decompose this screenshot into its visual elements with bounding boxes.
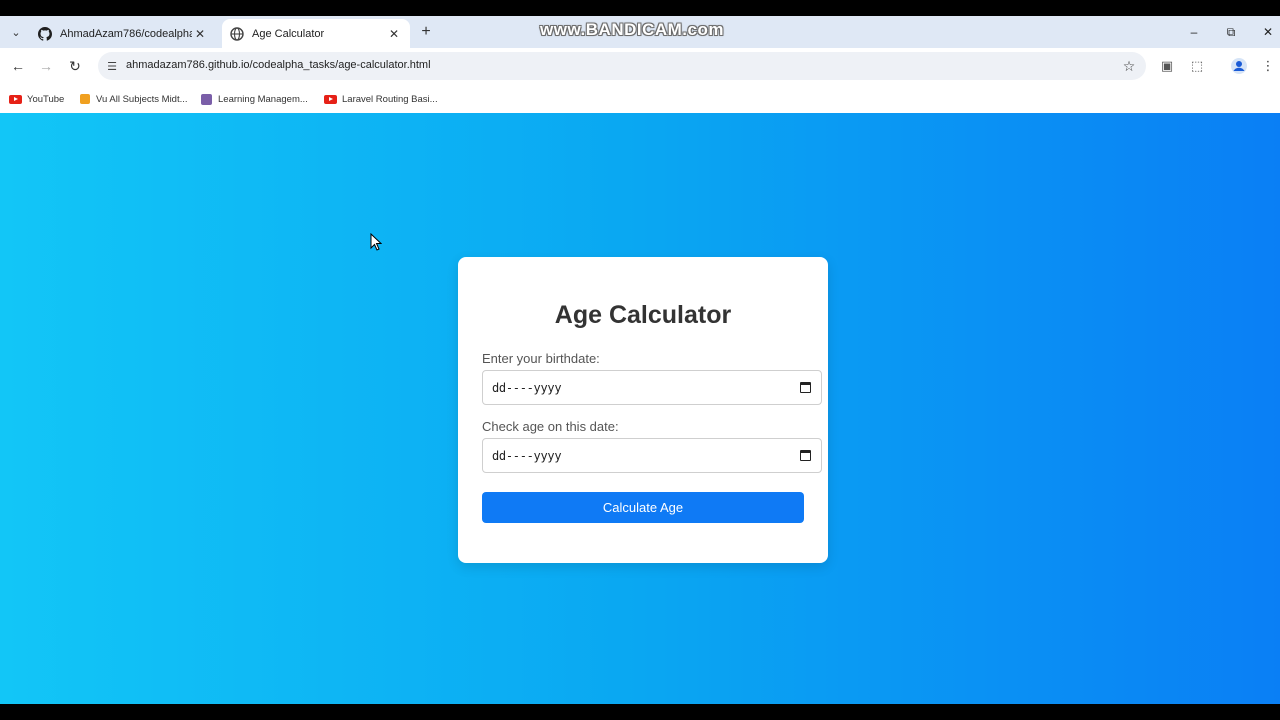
bookmark-label: Laravel Routing Basi...: [342, 93, 438, 105]
site-info-icon[interactable]: ☰: [104, 58, 120, 74]
bookmark-lms[interactable]: Learning Managem...: [200, 91, 308, 107]
youtube-icon: [9, 94, 22, 104]
lms-icon: [200, 93, 213, 105]
age-calculator-card: Age Calculator Enter your birthdate: dd-…: [458, 257, 828, 563]
reload-button[interactable]: ↻: [65, 56, 85, 76]
top-letterbox: [0, 0, 1280, 16]
browser-window: ⌄ AhmadAzam786/codealpha_ta ✕ Age Calcul…: [0, 16, 1280, 704]
tab-github[interactable]: AhmadAzam786/codealpha_ta ✕: [30, 19, 216, 48]
arrow-left-icon: ←: [11, 58, 25, 74]
calculate-age-button[interactable]: Calculate Age: [482, 492, 804, 523]
checkdate-input[interactable]: dd----yyyy: [482, 438, 822, 473]
plus-icon: +: [421, 23, 431, 40]
birthdate-input[interactable]: dd----yyyy: [482, 370, 822, 405]
birthdate-value[interactable]: dd----yyyy: [492, 381, 562, 395]
restore-icon: ⧉: [1226, 24, 1236, 39]
forward-button[interactable]: →: [36, 56, 56, 76]
watermark: www.BANDICAM.com: [540, 20, 724, 39]
more-vertical-icon: ⋮: [1261, 58, 1275, 73]
minimize-button[interactable]: –: [1184, 22, 1204, 42]
birthdate-label: Enter your birthdate:: [482, 351, 600, 366]
chevron-down-icon: ⌄: [11, 26, 21, 39]
tab-strip: ⌄ AhmadAzam786/codealpha_ta ✕ Age Calcul…: [0, 16, 1280, 48]
page-content: Age Calculator Enter your birthdate: dd-…: [0, 113, 1280, 704]
new-tab-button[interactable]: +: [416, 22, 436, 42]
checkdate-label: Check age on this date:: [482, 419, 619, 434]
close-icon[interactable]: ✕: [192, 26, 208, 42]
tab-title: AhmadAzam786/codealpha_ta: [60, 27, 192, 40]
youtube-icon: [324, 94, 337, 104]
close-icon[interactable]: ✕: [386, 26, 402, 42]
close-window-button[interactable]: ✕: [1258, 22, 1278, 42]
menu-button[interactable]: ⋮: [1258, 56, 1278, 76]
address-bar[interactable]: ☰ ahmadazam786.github.io/codealpha_tasks…: [98, 52, 1146, 80]
restore-button[interactable]: ⧉: [1221, 22, 1241, 42]
tab-age-calculator[interactable]: Age Calculator ✕: [222, 19, 410, 48]
camera-icon[interactable]: ▣: [1157, 56, 1177, 76]
globe-icon: [230, 26, 244, 41]
bookmarks-bar: YouTube Vu All Subjects Midt... Learning…: [0, 84, 1280, 114]
arrow-right-icon: →: [39, 58, 53, 74]
bottom-letterbox: [0, 704, 1280, 720]
checkdate-value[interactable]: dd----yyyy: [492, 449, 562, 463]
tab-title: Age Calculator: [252, 27, 325, 40]
toolbar: ← → ↻ ☰ ahmadazam786.github.io/codealpha…: [0, 48, 1280, 84]
bookmark-label: Learning Managem...: [218, 93, 308, 105]
page-title: Age Calculator: [554, 301, 732, 329]
bookmark-laravel[interactable]: Laravel Routing Basi...: [324, 91, 438, 107]
bookmark-youtube[interactable]: YouTube: [9, 91, 64, 107]
back-button[interactable]: ←: [8, 56, 28, 76]
profile-avatar[interactable]: [1229, 56, 1249, 76]
url-text[interactable]: ahmadazam786.github.io/codealpha_tasks/a…: [126, 59, 431, 71]
bookmark-label: YouTube: [27, 93, 65, 105]
bookmark-label: Vu All Subjects Midt...: [96, 93, 188, 105]
vu-icon: [78, 94, 91, 104]
extensions-icon[interactable]: ⬚: [1187, 56, 1207, 76]
close-icon: ✕: [1262, 25, 1274, 39]
calendar-icon[interactable]: [800, 450, 811, 461]
tab-search-button[interactable]: ⌄: [4, 20, 28, 44]
calendar-icon[interactable]: [800, 382, 811, 393]
bookmark-star-icon[interactable]: ☆: [1120, 57, 1138, 75]
reload-icon: ↻: [69, 57, 81, 74]
minimize-icon: –: [1190, 25, 1198, 39]
profile-icon: [1231, 58, 1247, 74]
bookmark-vu[interactable]: Vu All Subjects Midt...: [78, 91, 188, 107]
github-icon: [38, 26, 52, 41]
